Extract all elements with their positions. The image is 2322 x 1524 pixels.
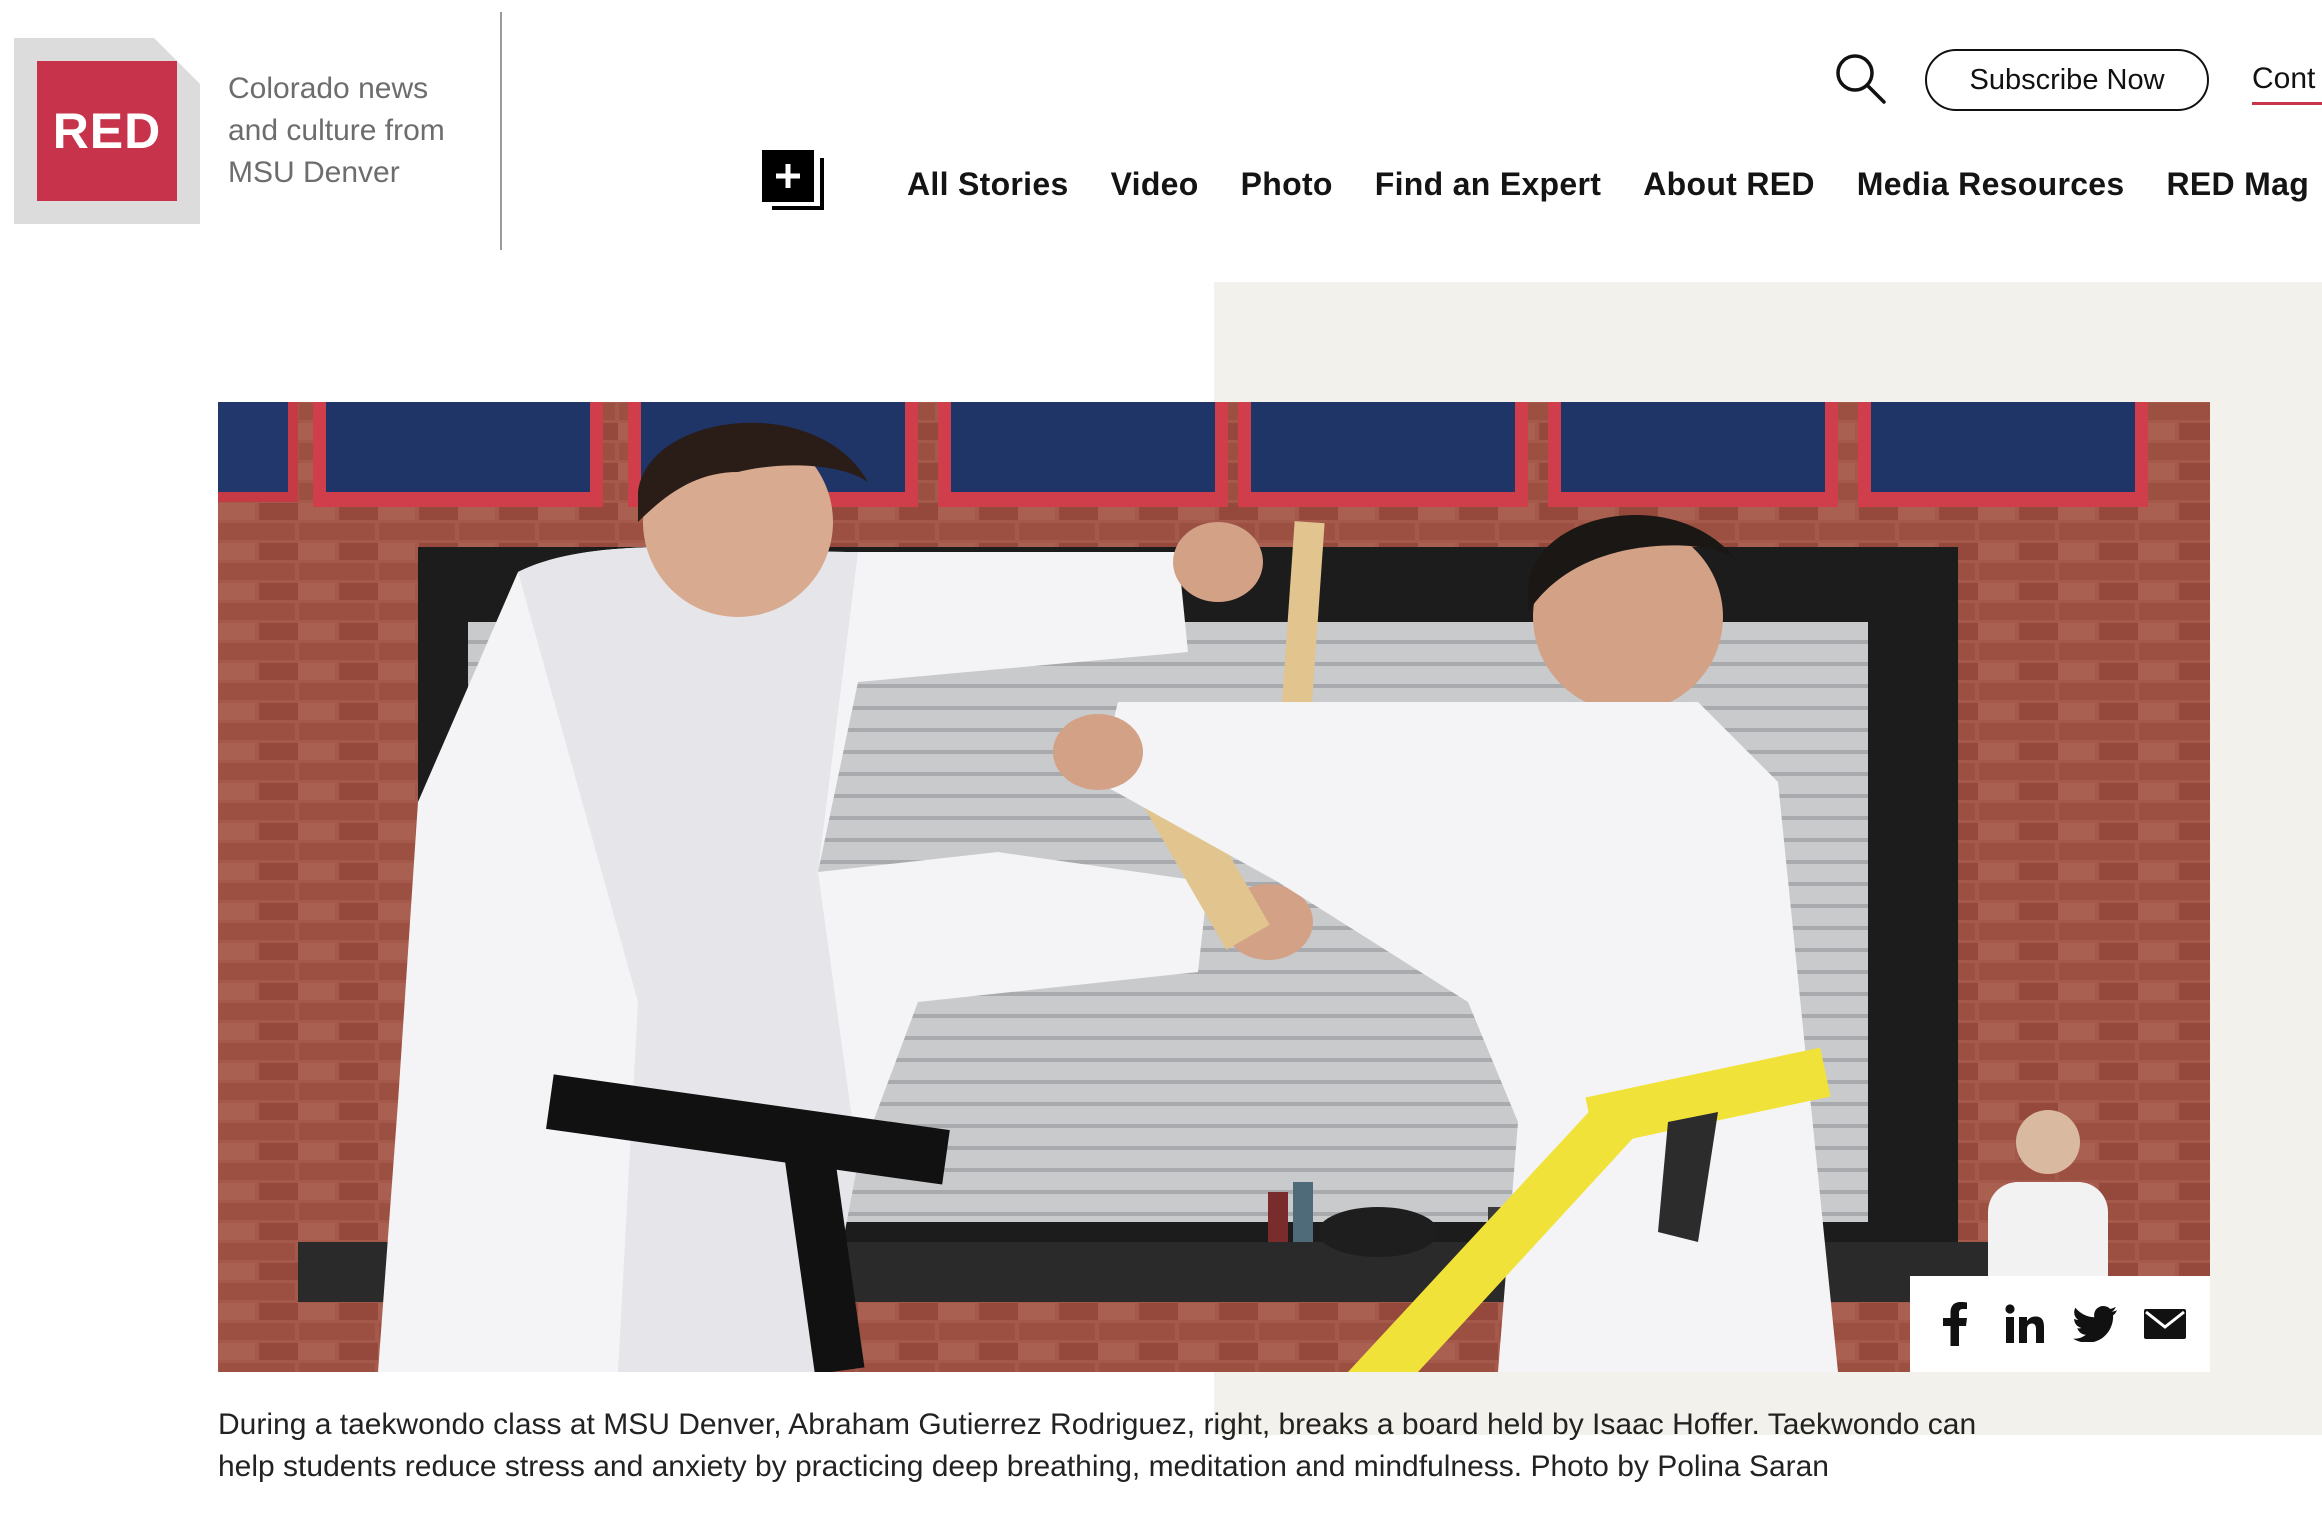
banners [218, 402, 2148, 507]
nav-item-find-an-expert[interactable]: Find an Expert [1375, 166, 1601, 203]
nav-item-video[interactable]: Video [1111, 166, 1199, 203]
tagline-line: Colorado news [228, 72, 429, 105]
logo-mark: RED [37, 61, 177, 201]
search-icon[interactable] [1834, 52, 1886, 104]
tagline-line: and culture from [228, 114, 445, 147]
twitter-icon[interactable] [2072, 1301, 2118, 1347]
site-tagline: Colorado news and culture from MSU Denve… [228, 68, 488, 194]
tagline-line: MSU Denver [228, 156, 400, 189]
header-divider [500, 12, 502, 250]
site-logo[interactable]: RED [14, 38, 200, 224]
nav-item-about-red[interactable]: About RED [1643, 166, 1815, 203]
contact-link[interactable]: Cont [2252, 62, 2315, 96]
subscribe-button[interactable]: Subscribe Now [1925, 49, 2209, 111]
nav-item-red-magazine[interactable]: RED Mag [2167, 166, 2310, 203]
taekwondo-photo [218, 402, 2210, 1372]
share-bar [1910, 1276, 2210, 1372]
contact-underline [2252, 102, 2322, 105]
article-hero-image [218, 402, 2210, 1372]
nav-item-media-resources[interactable]: Media Resources [1857, 166, 2125, 203]
linkedin-icon[interactable] [2002, 1301, 2048, 1347]
facebook-icon[interactable] [1932, 1301, 1978, 1347]
photo-caption: During a taekwondo class at MSU Denver, … [218, 1408, 1977, 1483]
main-nav: All Stories Video Photo Find an Expert A… [907, 166, 2322, 203]
nav-item-photo[interactable]: Photo [1241, 166, 1333, 203]
email-icon[interactable] [2142, 1301, 2188, 1347]
add-square-icon[interactable] [760, 148, 826, 214]
nav-item-all-stories[interactable]: All Stories [907, 166, 1069, 203]
